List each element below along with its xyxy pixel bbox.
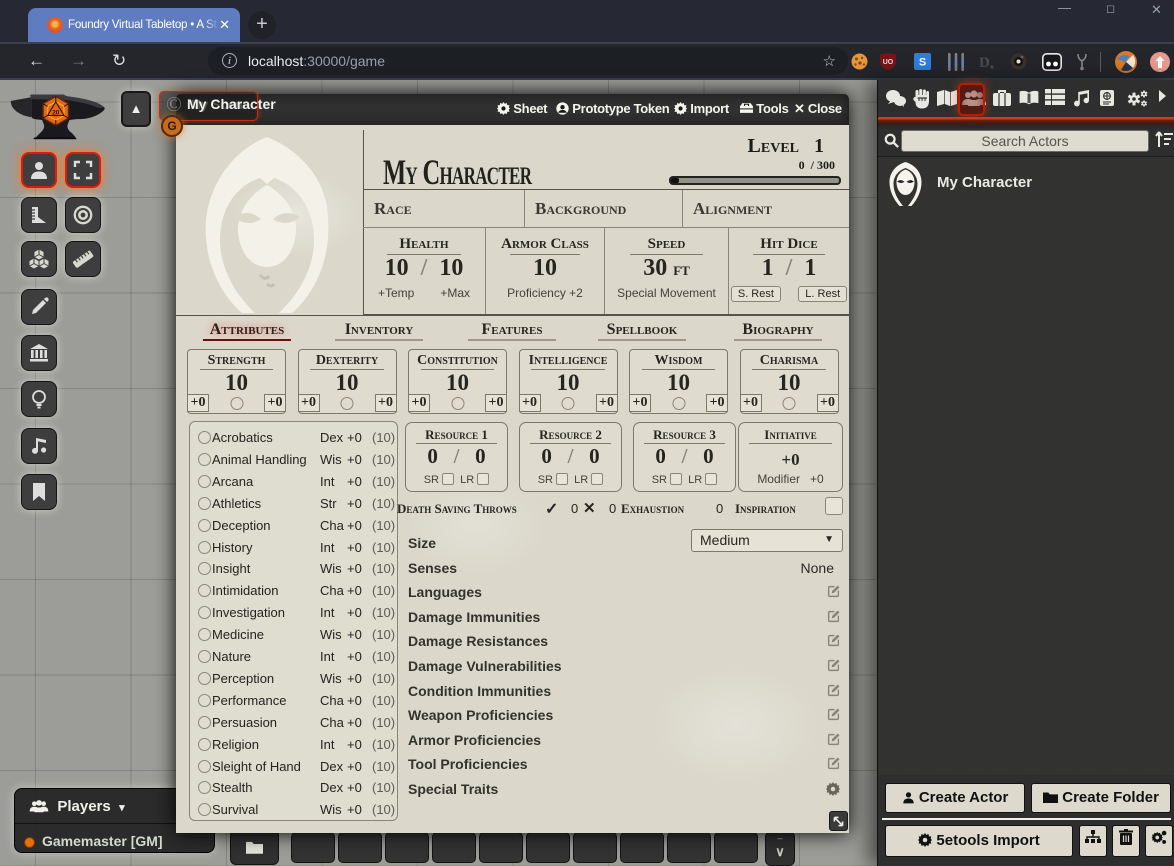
svg-text:S: S [919,57,926,69]
svg-text:20: 20 [52,110,60,117]
svg-text:D: D [979,55,990,71]
svg-text:UO: UO [883,59,894,66]
